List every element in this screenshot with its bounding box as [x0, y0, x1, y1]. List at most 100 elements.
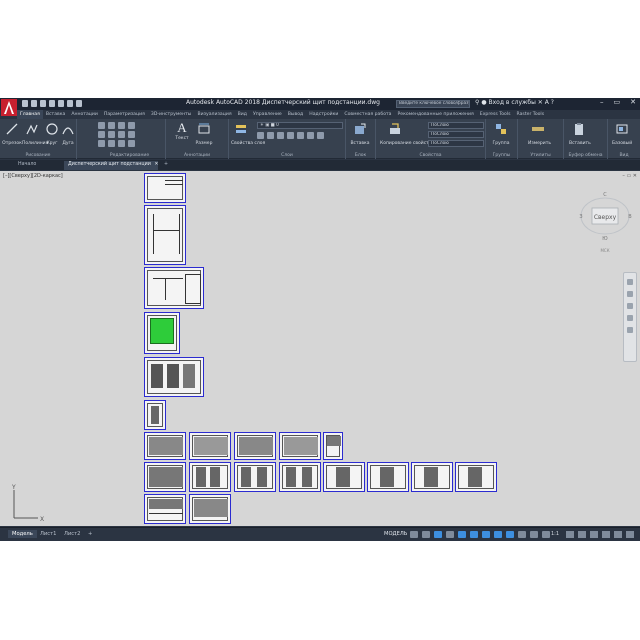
draw-group-label[interactable]: Рисование — [0, 153, 76, 158]
tab-visualize[interactable]: Визуализация — [194, 110, 234, 119]
save-as-icon[interactable] — [49, 100, 55, 107]
navigation-bar[interactable] — [623, 272, 637, 362]
color-dropdown[interactable]: ПоСлою — [428, 122, 484, 129]
close-button[interactable]: ✕ — [630, 98, 636, 106]
model-space-button[interactable]: МОДЕЛЬ — [384, 531, 407, 537]
infer-constraints-icon[interactable] — [434, 531, 442, 538]
rotate-icon[interactable] — [108, 122, 115, 129]
tab-annotate[interactable]: Аннотации — [68, 110, 101, 119]
new-tab-button[interactable]: + — [160, 161, 172, 170]
redo-icon[interactable] — [76, 100, 82, 107]
help-icon[interactable]: ? — [551, 99, 554, 106]
selection-cycling-icon[interactable] — [542, 531, 550, 538]
customization-icon[interactable] — [626, 531, 634, 538]
layer-tool-icon[interactable] — [297, 132, 304, 139]
lineweight-icon[interactable] — [518, 531, 526, 538]
mirror-icon[interactable] — [108, 131, 115, 138]
paste-button[interactable]: Вставить — [569, 121, 591, 146]
tab-parametric[interactable]: Параметризация — [101, 110, 148, 119]
dynamic-input-icon[interactable] — [446, 531, 454, 538]
clean-screen-icon[interactable] — [614, 531, 622, 538]
move-icon[interactable] — [98, 122, 105, 129]
tab-raster-tools[interactable]: Raster Tools — [514, 110, 548, 119]
exchange-icon[interactable]: ✕ — [538, 99, 543, 106]
workspace-icon[interactable] — [566, 531, 574, 538]
array-icon[interactable] — [118, 140, 125, 147]
linetype-dropdown[interactable]: ПоСлою — [428, 140, 484, 147]
object-snap-tracking-icon[interactable] — [494, 531, 502, 538]
plot-icon[interactable] — [58, 100, 64, 107]
new-icon[interactable] — [22, 100, 28, 107]
viewport-controls-label[interactable]: [–][Сверху][2D-каркас] — [3, 173, 63, 179]
modify-group-label[interactable]: Редактирование — [94, 153, 165, 158]
object-snap-icon[interactable] — [506, 531, 514, 538]
tab-start[interactable]: Начало — [14, 161, 40, 170]
viewcube[interactable]: Сверху С З В Ю МСК — [578, 186, 636, 256]
tab-express-tools[interactable]: Express Tools — [477, 110, 514, 119]
undo-icon[interactable] — [67, 100, 73, 107]
quick-access-toolbar[interactable] — [22, 100, 82, 108]
isodraft-icon[interactable] — [482, 531, 490, 538]
layer-tool-icon[interactable] — [257, 132, 264, 139]
tab-view[interactable]: Вид — [235, 110, 250, 119]
arc-button[interactable]: Дуга — [58, 121, 78, 146]
drawing-area[interactable]: [–][Сверху][2D-каркас] – ▭ ✕ Сверху С З … — [0, 171, 640, 526]
minimize-button[interactable]: – — [600, 98, 604, 106]
layer-tool-icon[interactable] — [287, 132, 294, 139]
tab-home[interactable]: Главная — [17, 110, 43, 119]
base-view-button[interactable]: Базовый — [612, 121, 632, 146]
offset-icon[interactable] — [128, 140, 135, 147]
status-right-tools[interactable] — [566, 531, 634, 538]
isolate-objects-icon[interactable] — [590, 531, 598, 538]
layer-dropdown[interactable]: ☀ ▣ ■ 0 — [257, 122, 343, 129]
open-icon[interactable] — [31, 100, 37, 107]
grid-icon[interactable] — [410, 531, 418, 538]
tab-manage[interactable]: Управление — [250, 110, 285, 119]
tab-model[interactable]: Модель — [8, 530, 37, 538]
window-controls[interactable]: – ▭ ✕ — [600, 98, 636, 106]
dimension-button[interactable]: Размер — [194, 121, 214, 146]
tab-layout2[interactable]: Лист2 — [60, 530, 84, 538]
close-tab-icon[interactable]: ✕ — [154, 162, 158, 167]
line-button[interactable]: Отрезок — [2, 121, 22, 146]
layer-tool-icon[interactable] — [317, 132, 324, 139]
ortho-icon[interactable] — [458, 531, 466, 538]
utilities-group-label[interactable]: Утилиты — [518, 153, 563, 158]
annotation-scale[interactable]: 1:1 — [551, 531, 559, 537]
sign-in-link[interactable]: Вход в службы — [489, 99, 536, 106]
binoculars-icon[interactable]: ⚲ — [475, 99, 479, 106]
tab-collaborate[interactable]: Совместная работа — [341, 110, 394, 119]
search-input[interactable]: Введите ключевое слово/фразу — [396, 100, 470, 108]
modify-tools[interactable] — [98, 122, 136, 147]
lineweight-dropdown[interactable]: ПоСлою — [428, 131, 484, 138]
zoom-icon[interactable] — [627, 303, 633, 309]
layer-tool-icon[interactable] — [307, 132, 314, 139]
viewport-window-controls[interactable]: – ▭ ✕ — [622, 173, 637, 179]
new-layout-button[interactable]: + — [84, 530, 96, 538]
layer-tool-icon[interactable] — [277, 132, 284, 139]
restore-button[interactable]: ▭ — [614, 98, 621, 106]
stretch-icon[interactable] — [98, 140, 105, 147]
save-icon[interactable] — [40, 100, 46, 107]
tab-3d-tools[interactable]: 3D-инструменты — [148, 110, 195, 119]
view-group-label[interactable]: Вид — [608, 153, 640, 158]
status-toggles[interactable] — [410, 531, 550, 538]
hardware-acceleration-icon[interactable] — [602, 531, 610, 538]
pan-icon[interactable] — [627, 291, 633, 297]
polyline-button[interactable]: Полилиния — [22, 121, 48, 146]
explode-icon[interactable] — [128, 131, 135, 138]
insert-block-button[interactable]: Вставка — [350, 121, 370, 146]
text-button[interactable]: A Текст — [172, 121, 192, 142]
trim-icon[interactable] — [118, 122, 125, 129]
layer-tool-icon[interactable] — [267, 132, 274, 139]
fillet-icon[interactable] — [118, 131, 125, 138]
match-properties-button[interactable]: Копирование свойств — [380, 121, 431, 146]
annotation-group-label[interactable]: Аннотации — [166, 153, 228, 158]
clipboard-group-label[interactable]: Буфер обмена — [564, 153, 607, 158]
layer-tools[interactable] — [257, 132, 325, 139]
erase-icon[interactable] — [128, 122, 135, 129]
tab-addins[interactable]: Надстройки — [306, 110, 341, 119]
snap-icon[interactable] — [422, 531, 430, 538]
showmotion-icon[interactable] — [627, 327, 633, 333]
tab-output[interactable]: Вывод — [285, 110, 306, 119]
